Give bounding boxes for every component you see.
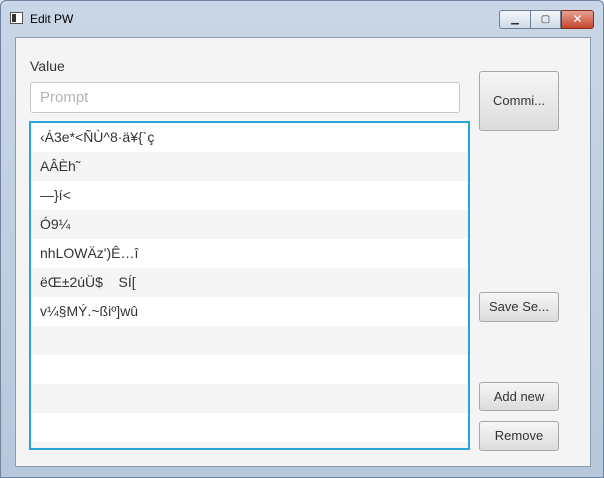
list-item[interactable] <box>31 413 468 442</box>
close-icon: ✕ <box>572 12 583 26</box>
client-area: Value ‹Á3e*<ÑÙ^8·ä¥{`çAÂÈh˜—}í<Ó9¼nhLOWÄ… <box>15 37 591 467</box>
list-item[interactable] <box>31 355 468 384</box>
list-item[interactable]: AÂÈh˜ <box>31 152 468 181</box>
app-icon <box>10 12 23 24</box>
list-item[interactable]: ‹Á3e*<ÑÙ^8·ä¥{`ç <box>31 123 468 152</box>
minimize-icon: ▁ <box>511 14 519 25</box>
list-item[interactable]: ëŒ±2úÜ$ SÍ[ <box>31 268 468 297</box>
remove-button[interactable]: Remove <box>479 421 559 451</box>
window-title: Edit PW <box>30 12 74 26</box>
list-item[interactable]: v¼§MÝ.~ßiº]wû <box>31 297 468 326</box>
list-item[interactable] <box>31 384 468 413</box>
value-label: Value <box>30 58 65 74</box>
add-new-button[interactable]: Add new <box>479 382 559 411</box>
list-item[interactable]: nhLOWÄz')Ê…î <box>31 239 468 268</box>
list-item[interactable]: Ó9¼ <box>31 210 468 239</box>
prompt-input[interactable] <box>30 82 460 113</box>
close-button[interactable]: ✕ <box>561 10 594 29</box>
list-item[interactable] <box>31 326 468 355</box>
maximize-icon: ▢ <box>540 14 551 25</box>
list-item[interactable] <box>31 442 468 448</box>
app-window: Edit PW ▁ ▢ ✕ Value ‹Á3e*<ÑÙ^8·ä¥{`çAÂÈh… <box>0 0 604 478</box>
maximize-button[interactable]: ▢ <box>530 10 561 29</box>
value-list[interactable]: ‹Á3e*<ÑÙ^8·ä¥{`ç AÂÈh˜ —}í< Ó9¼ nhLOWÄz')Ê…î… <box>29 121 470 450</box>
title-bar[interactable]: Edit PW ▁ ▢ ✕ <box>1 1 603 33</box>
minimize-button[interactable]: ▁ <box>499 10 530 29</box>
list-item[interactable]: —}í< <box>31 181 468 210</box>
save-button[interactable]: Save Se... <box>479 292 559 322</box>
commit-button[interactable]: Commi... <box>479 71 559 131</box>
